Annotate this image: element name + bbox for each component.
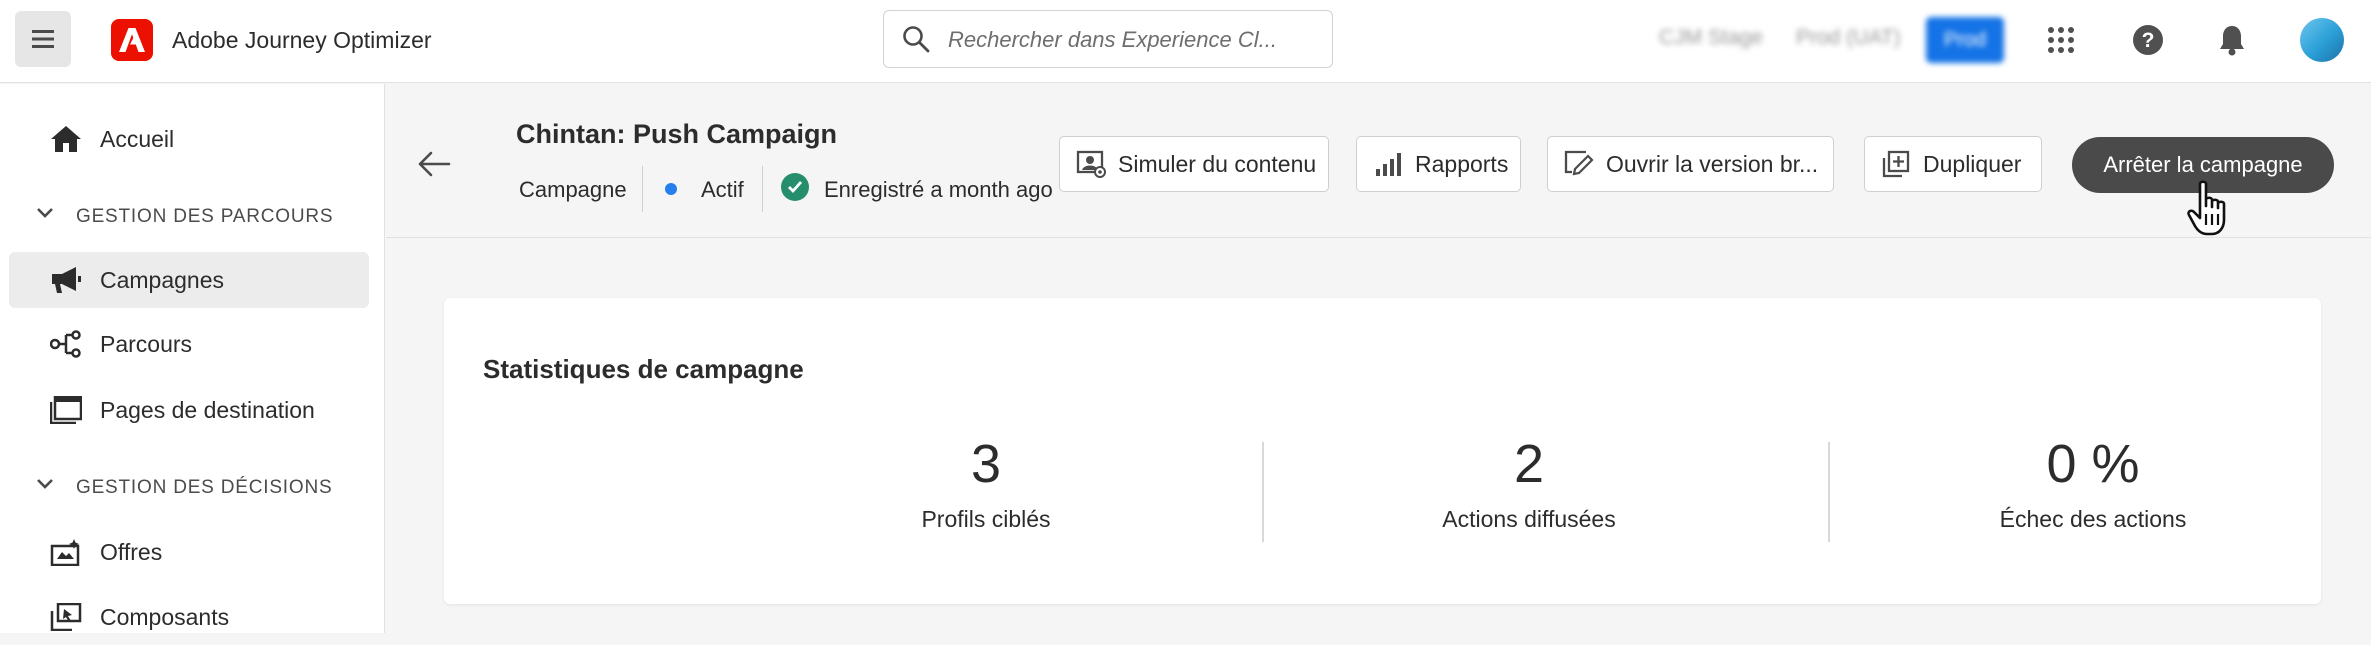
stat-value: 2 bbox=[1513, 434, 1545, 494]
edit-draft-icon bbox=[1564, 149, 1594, 179]
landing-page-icon bbox=[50, 396, 82, 424]
avatar[interactable] bbox=[2300, 18, 2344, 62]
stat-divider bbox=[1828, 442, 1830, 542]
duplicate-icon bbox=[1881, 149, 1911, 179]
open-draft-label: Ouvrir la version br... bbox=[1606, 150, 1819, 177]
page-title: Chintan: Push Campaign bbox=[516, 119, 838, 149]
sidebar-item-label: Pages de destination bbox=[100, 397, 315, 423]
sidebar-item-label: Offres bbox=[100, 539, 163, 565]
adobe-logo[interactable] bbox=[111, 19, 153, 61]
simulate-content-button[interactable]: Simuler du contenu bbox=[1059, 136, 1329, 192]
app-title[interactable]: Adobe Journey Optimizer bbox=[172, 27, 432, 54]
section-label: GESTION DES DÉCISIONS bbox=[76, 477, 333, 498]
search-bar[interactable] bbox=[883, 10, 1333, 68]
divider bbox=[642, 166, 643, 212]
journey-icon bbox=[50, 330, 82, 358]
bar-chart-icon bbox=[1373, 149, 1403, 179]
duplicate-button[interactable]: Dupliquer bbox=[1864, 136, 2042, 192]
help-icon[interactable]: ? bbox=[2130, 22, 2166, 58]
reports-label: Rapports bbox=[1415, 150, 1509, 177]
duplicate-label: Dupliquer bbox=[1923, 150, 2022, 177]
stat-label: Actions diffusées bbox=[1442, 506, 1616, 532]
sidebar-item-pages-destination[interactable]: Pages de destination bbox=[9, 382, 369, 438]
campaign-header: Chintan: Push Campaign Campagne Actif En… bbox=[386, 84, 2371, 238]
offers-icon bbox=[50, 538, 82, 566]
stat-actions-diffusees: 2 Actions diffusées bbox=[1329, 434, 1729, 533]
section-label: GESTION DES PARCOURS bbox=[76, 206, 334, 227]
home-icon bbox=[50, 125, 82, 153]
apps-grid-icon[interactable] bbox=[2043, 22, 2079, 58]
sidebar-item-offres[interactable]: Offres bbox=[9, 524, 369, 580]
open-draft-button[interactable]: Ouvrir la version br... bbox=[1547, 136, 1834, 192]
sidebar-item-label: Composants bbox=[100, 604, 230, 630]
sidebar-item-campagnes[interactable]: Campagnes bbox=[9, 252, 369, 308]
sidebar-item-label: Accueil bbox=[100, 126, 175, 152]
svg-text:?: ? bbox=[2142, 29, 2155, 52]
stat-label: Échec des actions bbox=[1999, 506, 2187, 532]
stat-profils-cibles: 3 Profils ciblés bbox=[786, 434, 1186, 533]
reports-button[interactable]: Rapports bbox=[1356, 136, 1521, 192]
stat-value: 0 % bbox=[2046, 434, 2140, 494]
stat-value: 3 bbox=[970, 434, 1002, 494]
status-dot-icon bbox=[665, 183, 677, 195]
components-icon bbox=[50, 603, 82, 631]
saved-status: Enregistré a month ago bbox=[824, 177, 1053, 202]
sidebar-item-composants[interactable]: Composants bbox=[9, 589, 369, 645]
chevron-down-icon bbox=[37, 479, 53, 489]
search-icon bbox=[903, 26, 930, 53]
sidebar-item-parcours[interactable]: Parcours bbox=[9, 316, 369, 372]
status-badge: Actif bbox=[701, 177, 744, 202]
sidebar-item-accueil[interactable]: Accueil bbox=[9, 111, 369, 167]
org-active-pill[interactable]: Prod bbox=[1926, 17, 2004, 63]
simulate-icon bbox=[1076, 149, 1106, 179]
stat-label: Profils ciblés bbox=[921, 506, 1051, 532]
divider bbox=[762, 166, 763, 212]
sidebar-item-label: Campagnes bbox=[100, 267, 225, 293]
chevron-down-icon bbox=[37, 208, 53, 218]
sidebar-item-label: Parcours bbox=[100, 331, 193, 357]
top-bar: Adobe Journey Optimizer CJM Stage Prod (… bbox=[0, 0, 2371, 83]
search-input[interactable] bbox=[946, 25, 1320, 55]
stat-echec-actions: 0 % Échec des actions bbox=[1893, 434, 2293, 533]
sidebar: Accueil GESTION DES PARCOURS Campagnes P… bbox=[0, 84, 385, 633]
menu-icon bbox=[32, 30, 54, 48]
megaphone-icon bbox=[50, 266, 82, 294]
campaign-stats-card: Statistiques de campagne 3 Profils ciblé… bbox=[444, 298, 2321, 604]
simulate-content-label: Simuler du contenu bbox=[1118, 150, 1317, 177]
org-switcher-1[interactable]: CJM Stage bbox=[1659, 26, 1763, 50]
checkmark-circle-icon bbox=[781, 173, 809, 201]
back-arrow-icon[interactable] bbox=[416, 146, 452, 182]
campaign-type: Campagne bbox=[519, 177, 627, 202]
stat-divider bbox=[1262, 442, 1264, 542]
stats-title: Statistiques de campagne bbox=[483, 354, 804, 384]
menu-button[interactable] bbox=[15, 11, 71, 67]
org-switcher-2[interactable]: Prod (UAT) bbox=[1796, 26, 1901, 50]
hand-cursor-icon bbox=[2187, 180, 2226, 236]
bell-icon[interactable] bbox=[2214, 22, 2250, 58]
